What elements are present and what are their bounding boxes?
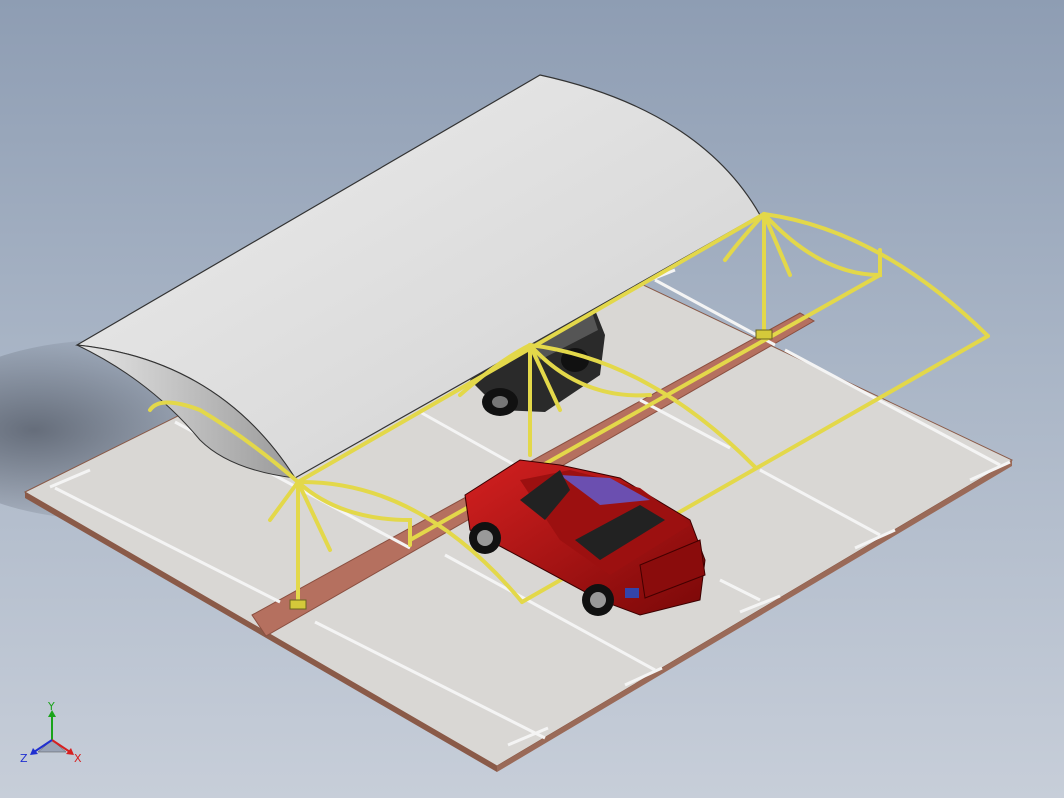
- coordinate-triad[interactable]: Y X Z: [18, 700, 88, 770]
- z-axis-label: Z: [20, 752, 28, 765]
- carport-model-scene[interactable]: [0, 0, 1064, 798]
- y-axis-label: Y: [47, 700, 55, 713]
- cad-viewport[interactable]: Y X Z: [0, 0, 1064, 798]
- x-axis-label: X: [74, 752, 82, 765]
